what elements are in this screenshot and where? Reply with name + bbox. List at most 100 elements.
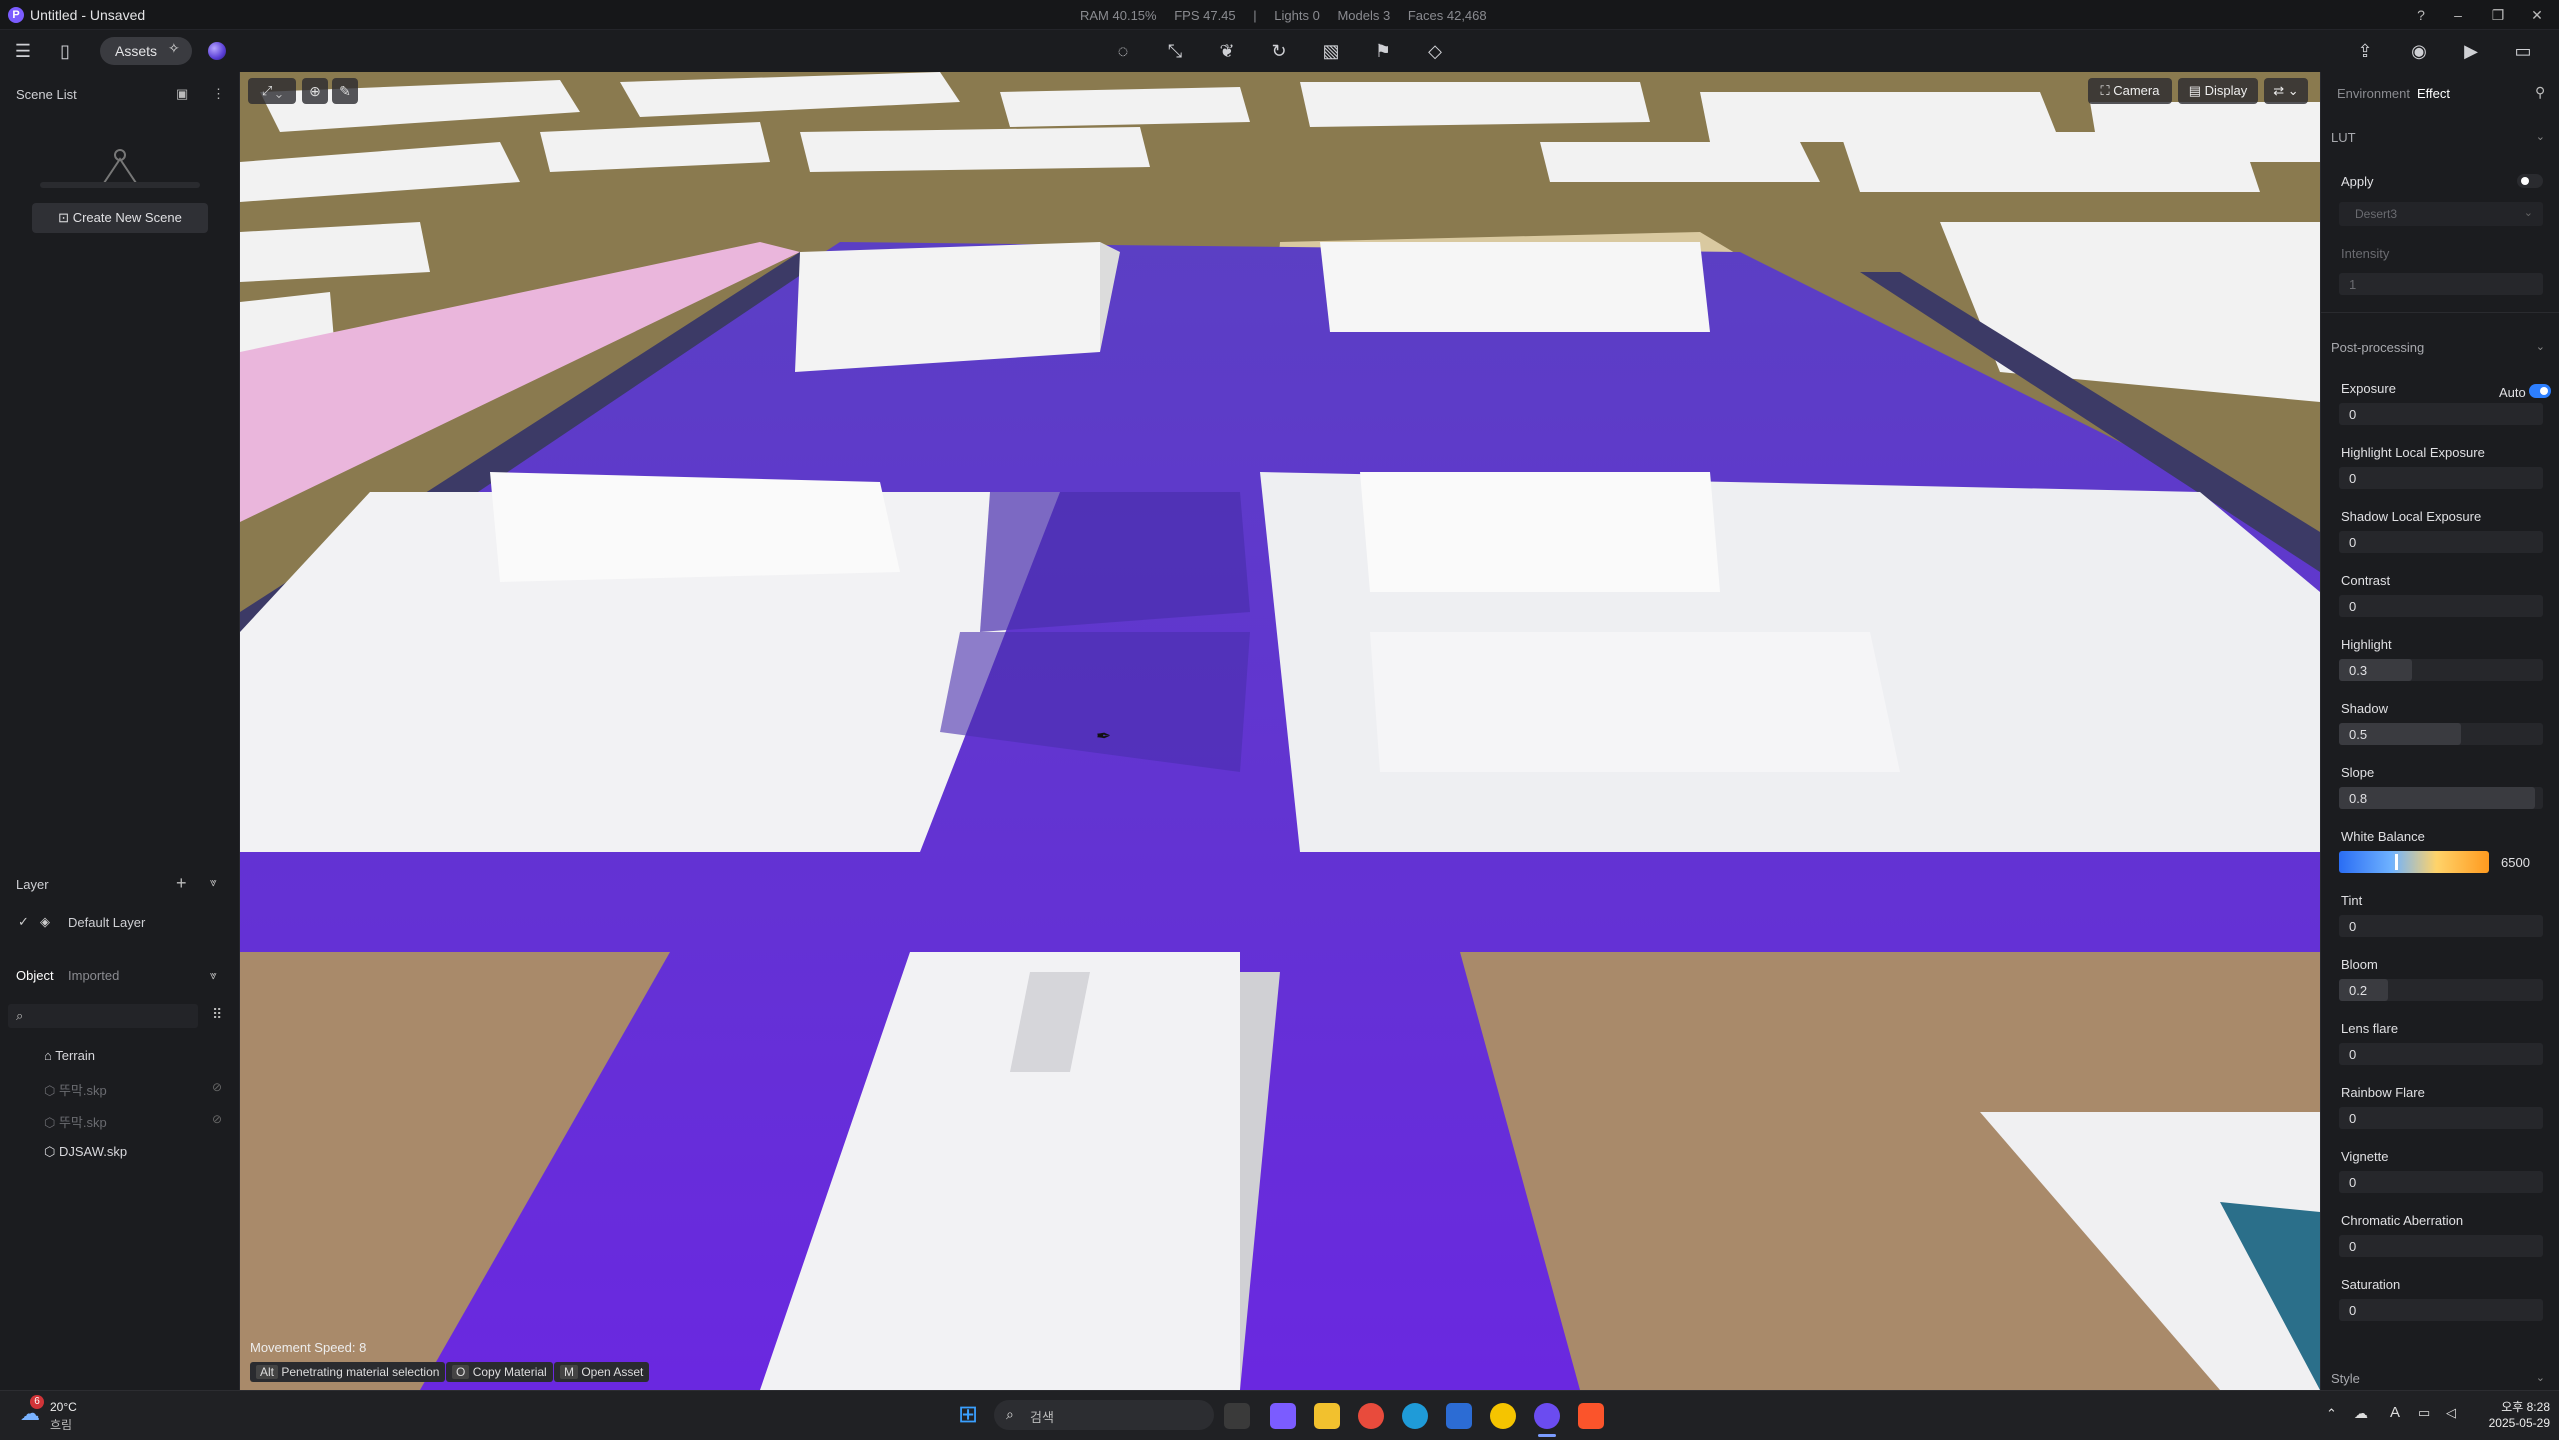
field-input[interactable]: 0.2 xyxy=(2339,979,2543,1001)
light-bulb-icon[interactable]: ◌ xyxy=(1108,36,1138,66)
file-explorer-icon[interactable] xyxy=(1314,1403,1340,1429)
weather-badge: 6 xyxy=(30,1395,44,1409)
volume-icon[interactable]: ◁ xyxy=(2446,1405,2456,1421)
field-input[interactable]: 0.8 xyxy=(2339,787,2543,809)
field-label: White Balance xyxy=(2341,829,2425,844)
refresh-icon[interactable]: ↻ xyxy=(1264,36,1294,66)
video-icon[interactable]: ▶ xyxy=(2456,36,2486,66)
eyedropper-icon[interactable]: ✎ xyxy=(332,78,358,104)
object-item[interactable]: ⬡ 뚜막.skp xyxy=(44,1080,107,1099)
network-icon[interactable]: ▭ xyxy=(2418,1405,2430,1421)
tray-app-icon[interactable]: ☁ xyxy=(2354,1405,2368,1422)
object-item[interactable]: ⬡ 뚜막.skp xyxy=(44,1112,107,1131)
file-open-icon[interactable]: ▯ xyxy=(50,36,80,66)
tab-imported[interactable]: Imported xyxy=(68,968,119,983)
lut-chevron-icon[interactable]: ⌄ xyxy=(2536,130,2545,143)
object-item[interactable]: ⌂ Terrain xyxy=(44,1048,95,1063)
tab-environment[interactable]: Environment xyxy=(2337,86,2410,101)
view-switch-dropdown[interactable]: ⇄ ⌄ xyxy=(2264,78,2308,104)
tab-effect[interactable]: Effect xyxy=(2417,86,2450,101)
object-filter-icon[interactable]: ⩔ xyxy=(210,968,217,983)
layers-icon[interactable]: ◇ xyxy=(1420,36,1450,66)
stat-faces: Faces 42,468 xyxy=(1407,8,1487,23)
default-layer-label[interactable]: Default Layer xyxy=(68,915,145,930)
add-layer-icon[interactable]: + xyxy=(176,873,187,894)
object-search-input[interactable]: ⌕ xyxy=(8,1004,198,1028)
menu-icon[interactable]: ☰ xyxy=(8,36,38,66)
more-options-icon[interactable]: ⋮ xyxy=(212,86,225,102)
field-input[interactable]: 0 xyxy=(2339,403,2543,425)
slider-knob[interactable] xyxy=(2395,854,2398,870)
style-chevron-icon[interactable]: ⌄ xyxy=(2536,1371,2545,1384)
path-tool-icon[interactable]: ⤡ xyxy=(1160,36,1190,66)
field-input[interactable]: 0 xyxy=(2339,915,2543,937)
active-app-icon[interactable] xyxy=(1534,1403,1560,1429)
camera-icon[interactable]: ◉ xyxy=(2404,36,2434,66)
intensity-input[interactable]: 1 xyxy=(2339,273,2543,295)
flag-icon[interactable]: ⚑ xyxy=(1368,36,1398,66)
post-processing-title[interactable]: Post-processing xyxy=(2331,340,2424,355)
search-icon: ⌕ xyxy=(1006,1406,1014,1422)
model-icon: ⬡ xyxy=(44,1144,59,1159)
camera-button[interactable]: ⛶ Camera xyxy=(2088,78,2172,104)
globe-orb-icon[interactable] xyxy=(208,42,226,60)
export-icon[interactable]: ⇪ xyxy=(2350,36,2380,66)
weather-desc: 흐림 xyxy=(50,1418,73,1432)
field-input[interactable]: 0 xyxy=(2339,467,2543,489)
brave-icon[interactable] xyxy=(1578,1403,1604,1429)
field-input[interactable]: 0 xyxy=(2339,531,2543,553)
lut-section-title[interactable]: LUT xyxy=(2331,130,2356,145)
hidden-eye-icon[interactable]: ⊘ xyxy=(212,1112,222,1126)
tray-chevron-icon[interactable]: ⌃ xyxy=(2326,1406,2337,1422)
hidden-eye-icon[interactable]: ⊘ xyxy=(212,1080,222,1094)
field-input[interactable]: 0.5 xyxy=(2339,723,2543,745)
material-icon[interactable]: ▧ xyxy=(1316,36,1346,66)
transform-mode-dropdown[interactable]: ⤢ ⌄ xyxy=(248,78,296,104)
edge-icon[interactable] xyxy=(1402,1403,1428,1429)
create-new-scene-label: Create New Scene xyxy=(72,210,182,225)
apply-toggle[interactable] xyxy=(2517,174,2543,188)
clock-date[interactable]: 2025-05-29 xyxy=(2474,1416,2550,1430)
field-input[interactable]: 0 xyxy=(2339,1043,2543,1065)
windows-start-icon[interactable]: ⊞ xyxy=(958,1403,978,1427)
style-section-title[interactable]: Style xyxy=(2331,1371,2360,1386)
field-input[interactable]: 0.3 xyxy=(2339,659,2543,681)
chrome-icon[interactable] xyxy=(1358,1403,1384,1429)
app-yellow-icon[interactable] xyxy=(1490,1403,1516,1429)
globe-icon[interactable]: ⊕ xyxy=(302,78,328,104)
grid-view-icon[interactable]: ⠿ xyxy=(212,1006,222,1023)
post-chevron-icon[interactable]: ⌄ xyxy=(2536,340,2545,353)
task-view-icon[interactable] xyxy=(1224,1403,1250,1429)
stat-ram: RAM 40.15% xyxy=(1080,8,1157,23)
auto-exposure-toggle[interactable] xyxy=(2529,384,2551,398)
leaf-icon[interactable]: ❦ xyxy=(1212,36,1242,66)
scene-settings-icon[interactable]: ▣ xyxy=(176,86,188,102)
field-input[interactable]: 0 xyxy=(2339,1235,2543,1257)
help-icon[interactable]: ? xyxy=(2410,4,2432,26)
restore-button[interactable]: ❐ xyxy=(2487,4,2509,26)
sparkle-icon[interactable]: ✧ xyxy=(168,40,180,57)
tab-object[interactable]: Object xyxy=(16,968,54,983)
create-new-scene-button[interactable]: ⊡ Create New Scene xyxy=(32,203,208,233)
pin-icon[interactable]: ⚲ xyxy=(2535,84,2545,101)
field-input[interactable]: 0 xyxy=(2339,1107,2543,1129)
teams-icon[interactable] xyxy=(1270,1403,1296,1429)
lut-select[interactable]: Desert3 ⌄ xyxy=(2339,202,2543,226)
field-input[interactable]: 0 xyxy=(2339,1171,2543,1193)
hint-text: Open Asset xyxy=(581,1365,644,1379)
field-input[interactable]: 0 xyxy=(2339,1299,2543,1321)
display-button[interactable]: ▤ Display xyxy=(2178,78,2258,104)
minimize-button[interactable]: – xyxy=(2447,4,2469,26)
checkmark-icon[interactable]: ✓ xyxy=(18,914,29,930)
3d-viewport[interactable]: ⤢ ⌄ ⊕ ✎ ⛶ Camera ▤ Display ⇄ ⌄ ✒ Movemen… xyxy=(240,72,2320,1390)
close-button[interactable]: ✕ xyxy=(2526,4,2548,26)
white-balance-slider[interactable]: 6500 xyxy=(2339,851,2530,873)
store-icon[interactable] xyxy=(1446,1403,1472,1429)
inbox-icon[interactable]: ▭ xyxy=(2508,36,2538,66)
object-item[interactable]: ⬡ DJSAW.skp xyxy=(44,1144,127,1160)
clock-time[interactable]: 오후 8:28 xyxy=(2480,1398,2550,1415)
ime-indicator[interactable]: A xyxy=(2390,1404,2400,1421)
layer-menu-icon[interactable]: ⩔ xyxy=(210,875,217,890)
field-input[interactable]: 0 xyxy=(2339,595,2543,617)
taskbar-search-input[interactable]: ⌕ 검색 xyxy=(994,1400,1214,1430)
